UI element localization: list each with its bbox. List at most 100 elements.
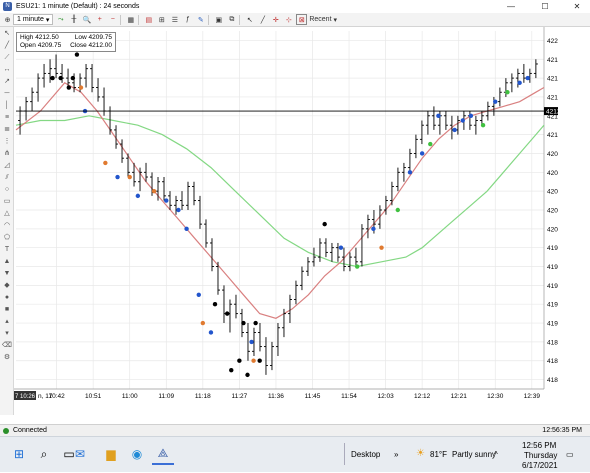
price-chart[interactable]: 4184.00 4186.00 4188.00 4190.00 4192.00 4194.… — [14, 27, 558, 405]
ray-icon[interactable]: ⟋ — [2, 53, 12, 63]
ellipse-icon[interactable]: ○ — [2, 185, 12, 195]
mail-icon[interactable]: ✉ — [70, 443, 90, 465]
indicators-icon[interactable]: ƒ — [182, 14, 193, 25]
open-label: Open — [20, 42, 36, 49]
y-tick-label: 4200.00 — [547, 226, 558, 233]
line-icon[interactable]: ╱ — [2, 41, 12, 51]
arrow-up-icon[interactable]: ▲ — [2, 257, 12, 267]
current-price-label: 4212.50 — [546, 109, 558, 116]
chart-trader-icon[interactable]: ⊞ — [156, 14, 167, 25]
x-tick-label: 11:27 — [231, 393, 247, 400]
fib-time-icon[interactable]: ⋮ — [2, 137, 12, 147]
arrow-down-icon[interactable]: ▼ — [2, 269, 12, 279]
start-icon[interactable]: ⊞ — [8, 443, 30, 465]
share-icon[interactable]: ⧉ — [226, 14, 237, 25]
zoom-icon[interactable]: 🔍 — [81, 14, 92, 25]
trend-icon[interactable]: ⤳ — [55, 14, 66, 25]
gann-fan-icon[interactable]: ◿ — [2, 161, 12, 171]
extended-line-icon[interactable]: ↔ — [2, 65, 12, 75]
interval-label: 1 minute — [17, 16, 44, 23]
weather-desc[interactable]: Partly sunny — [452, 450, 496, 459]
recent-icon[interactable]: Recent ▾ — [309, 14, 337, 25]
edge-icon[interactable]: ◉ — [126, 443, 148, 465]
signal-dot-blue — [135, 193, 141, 199]
chart-plot[interactable]: 4184.00 4186.00 4188.00 4190.00 4192.00 4194.… — [14, 27, 558, 405]
triangle-down-icon[interactable]: ▾ — [2, 329, 12, 339]
horizontal-line-icon[interactable]: ─ — [2, 89, 12, 99]
close-button[interactable]: ✕ — [566, 0, 588, 13]
text-icon[interactable]: T — [2, 245, 12, 255]
crosshair-icon[interactable]: ⊕ — [2, 14, 13, 25]
zoom-out-icon[interactable]: − — [107, 14, 118, 25]
diamond-icon[interactable]: ◆ — [2, 281, 12, 291]
triangle-icon[interactable]: △ — [2, 209, 12, 219]
drawing-tools-icon[interactable]: ✎ — [195, 14, 206, 25]
signal-dot-blue — [196, 292, 201, 297]
signal-dot-blue — [493, 99, 498, 104]
signal-dot-black — [241, 320, 246, 326]
arrow-line-icon[interactable]: ↗ — [2, 77, 12, 87]
vertical-line-icon[interactable]: │ — [2, 101, 12, 111]
x-tick-label: 12:39 — [524, 393, 541, 400]
signal-dot-black — [58, 75, 63, 81]
rectangle-icon[interactable]: ▭ — [2, 197, 12, 207]
x-tick-label: 12:03 — [377, 393, 394, 400]
triangle-up-icon[interactable]: ▴ — [2, 317, 12, 327]
square-icon[interactable]: ■ — [2, 305, 12, 315]
settings-icon[interactable]: ⚙ — [2, 353, 12, 363]
signal-dot-green — [354, 264, 360, 269]
draw-cross-icon[interactable]: ✛ — [270, 14, 281, 25]
minimize-button[interactable]: — — [500, 0, 522, 13]
pointer-icon[interactable]: ↖ — [244, 14, 255, 25]
search-icon[interactable]: ⌕ — [33, 443, 55, 465]
strategies-icon[interactable]: ☰ — [169, 14, 180, 25]
toolbar-divider — [120, 14, 122, 25]
stay-in-draw-icon[interactable]: ⊠ — [296, 14, 308, 25]
data-box-icon[interactable]: ▤ — [143, 14, 154, 25]
arc-icon[interactable]: ◠ — [2, 221, 12, 231]
file-explorer-icon[interactable]: ▆ — [100, 443, 122, 465]
signal-dot-black — [212, 302, 218, 307]
fibonacci-icon[interactable]: ≡ — [2, 113, 12, 123]
weather-temp[interactable]: 81°F — [430, 450, 447, 459]
signal-dot-blue — [249, 339, 254, 345]
taskbar-day[interactable]: Thursday — [524, 451, 557, 460]
y-tick-label: 4188.00 — [547, 339, 558, 346]
polygon-icon[interactable]: ⬠ — [2, 233, 12, 243]
desktop-label[interactable]: Desktop — [351, 450, 380, 459]
chevron-up-icon[interactable]: ^ — [494, 450, 498, 459]
high-value: 4212.50 — [35, 34, 59, 41]
templates-icon[interactable]: ▣ — [213, 14, 224, 25]
y-tick-label: 4190.00 — [547, 321, 558, 328]
y-tick-label: 4214.00 — [547, 94, 558, 101]
chevron-down-icon[interactable]: » — [394, 450, 398, 459]
status-bar: Connected 12:56:35 PM — [0, 424, 590, 436]
signal-dot-blue — [164, 198, 169, 203]
dot-icon[interactable]: ● — [2, 293, 12, 303]
ninjatrader-icon[interactable]: ⟁ — [152, 443, 174, 465]
taskbar-date[interactable]: 6/17/2021 — [522, 461, 558, 470]
signal-dot-orange — [151, 188, 157, 194]
maximize-button[interactable]: ☐ — [534, 0, 556, 13]
pitchfork-icon[interactable]: ⋔ — [2, 149, 12, 159]
fib-extension-icon[interactable]: ≣ — [2, 125, 12, 135]
red-moving-average-line — [15, 82, 545, 319]
ruler-icon[interactable]: ╱ — [257, 14, 268, 25]
signal-dot-orange — [251, 358, 256, 363]
zoom-in-icon[interactable]: + — [94, 14, 105, 25]
pointer-icon[interactable]: ↖ — [2, 29, 12, 39]
properties-icon[interactable]: ▦ — [125, 14, 136, 25]
y-tick-label: 4206.00 — [547, 170, 558, 177]
horizontal-line-icon[interactable]: ⊹ — [283, 14, 294, 25]
regression-icon[interactable]: ⫽ — [2, 173, 12, 183]
notifications-icon[interactable]: ▭ — [566, 450, 574, 459]
signal-dot-blue — [115, 174, 120, 180]
signal-dot-blue — [452, 127, 457, 133]
signal-dot-black — [229, 367, 234, 373]
taskbar-time[interactable]: 12:56 PM — [522, 441, 556, 450]
bar-type-icon[interactable]: ╫ — [68, 14, 79, 25]
signal-dot-black — [253, 320, 258, 326]
eraser-icon[interactable]: ⌫ — [2, 341, 12, 351]
y-tick-label: 4192.00 — [547, 302, 558, 309]
interval-dropdown[interactable]: 1 minute ▾ — [13, 14, 54, 25]
